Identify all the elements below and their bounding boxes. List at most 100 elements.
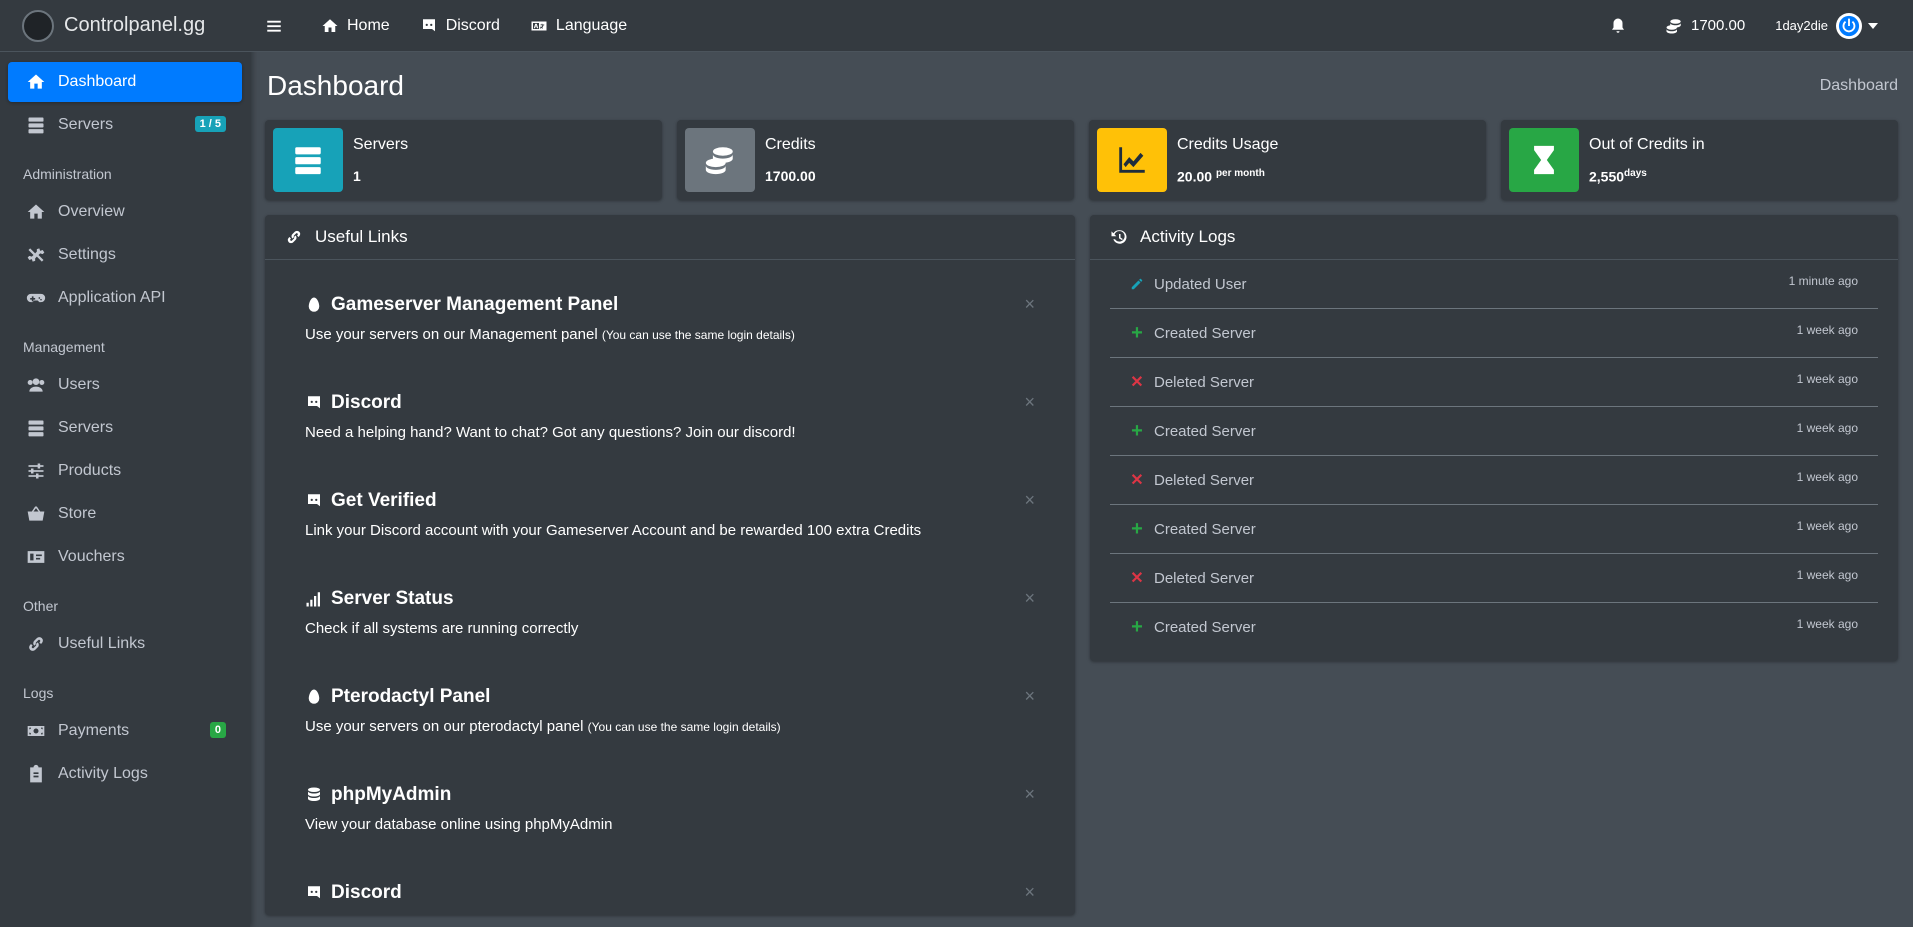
sidebar-item-settings[interactable]: Settings (8, 235, 242, 275)
log-label: Deleted Server (1154, 569, 1255, 587)
info-box-label: Servers (353, 136, 409, 153)
sidebar-item-application-api[interactable]: Application API (8, 278, 242, 318)
nav-language-link[interactable]: Language (515, 0, 642, 52)
link-desc-small: (You can use the same login details) (601, 328, 795, 342)
link-title-text: Server Status (331, 588, 454, 609)
activity-logs-card: Activity Logs Updated User 1 minute ago … (1090, 215, 1898, 661)
close-icon[interactable]: × (1024, 784, 1035, 805)
close-icon[interactable]: × (1024, 588, 1035, 609)
link-title-get-verified[interactable]: Get Verified (305, 490, 1035, 512)
discord-icon (308, 494, 320, 507)
link-desc-text: Check if all systems are running correct… (305, 620, 579, 637)
log-time: 1 week ago (1796, 470, 1858, 484)
close-icon[interactable]: × (1024, 686, 1035, 707)
log-label: Updated User (1154, 275, 1247, 293)
link-title-phpmyadmin[interactable]: phpMyAdmin (305, 784, 1035, 806)
credits-display[interactable]: 1700.00 (1650, 0, 1760, 52)
list-item: Gameserver Management Panel Use your ser… (305, 280, 1035, 378)
log-time: 1 minute ago (1788, 274, 1858, 288)
pencil-icon (1130, 277, 1144, 291)
link-title-text: Gameserver Management Panel (331, 294, 619, 315)
close-icon[interactable]: × (1024, 294, 1035, 315)
sidebar-item-payments[interactable]: Payments 0 (8, 711, 242, 751)
link-description: Check if all systems are running correct… (305, 620, 1035, 637)
list-item: ✕ Deleted Server 1 week ago (1110, 456, 1878, 505)
link-title-discord[interactable]: Discord (305, 392, 1035, 414)
link-title-gameserver-panel[interactable]: Gameserver Management Panel (305, 294, 1035, 316)
sidebar-item-activity-logs[interactable]: Activity Logs (8, 754, 242, 794)
user-menu[interactable]: 1day2die (1760, 0, 1893, 52)
sidebar-item-store[interactable]: Store (8, 494, 242, 534)
credits-amount: 1700.00 (1690, 17, 1746, 34)
nav-header-logs: Logs (23, 685, 54, 701)
sidebar-item-label: Overview (58, 203, 125, 220)
home-icon (24, 72, 48, 92)
nav-home-link[interactable]: Home (306, 0, 405, 52)
link-icon (287, 230, 301, 244)
log-label: Deleted Server (1154, 373, 1255, 391)
sidebar-item-products[interactable]: Products (8, 451, 242, 491)
breadcrumb[interactable]: Dashboard (1820, 77, 1898, 95)
nav-header-other: Other (23, 598, 59, 614)
info-box-credits: Credits 1700.00 (677, 120, 1074, 200)
home-icon (322, 18, 338, 32)
info-box-label: Credits Usage (1177, 135, 1279, 153)
useful-links-list: Gameserver Management Panel Use your ser… (265, 260, 1075, 915)
info-boxes: Servers 1 Credits 1700.00 Credits Usage … (265, 120, 1898, 200)
sidebar-item-label: Settings (58, 246, 116, 263)
sidebar-item-servers[interactable]: Servers 1 / 5 (8, 105, 242, 145)
main-content: Dashboard Dashboard Servers 1 Credits 17… (250, 52, 1913, 927)
clipboard-icon (24, 764, 48, 784)
nav-header-administration: Administration (23, 166, 112, 182)
log-time: 1 week ago (1796, 568, 1858, 582)
sidebar-item-users[interactable]: Users (8, 365, 242, 405)
usage-suffix: per month (1215, 167, 1265, 179)
info-box-servers: Servers 1 (265, 120, 662, 200)
log-time: 1 week ago (1796, 617, 1858, 631)
list-item: Updated User 1 minute ago (1110, 260, 1878, 309)
close-icon[interactable]: × (1024, 490, 1035, 511)
log-label: Deleted Server (1154, 471, 1255, 489)
log-label: Created Server (1154, 324, 1256, 342)
link-desc-text: Use your servers on our pterodactyl pane… (305, 718, 584, 735)
brand[interactable]: Controlpanel.gg (0, 0, 250, 52)
info-box-value: 1700.00 (765, 168, 816, 184)
close-icon[interactable]: × (1024, 882, 1035, 903)
notifications-button[interactable] (1594, 0, 1650, 52)
link-title-server-status[interactable]: Server Status (305, 588, 1035, 610)
useful-links-card: Useful Links Gameserver Management Panel… (265, 215, 1075, 915)
list-item: Server Status Check if all systems are r… (305, 574, 1035, 672)
nav-discord-link[interactable]: Discord (405, 0, 515, 52)
info-box-value: 2,550days (1589, 168, 1705, 185)
server-icon (273, 128, 343, 192)
link-icon (24, 634, 48, 654)
discord-icon (308, 886, 320, 899)
list-item: + Created Server 1 week ago (1110, 505, 1878, 554)
sidebar-item-label: Payments (58, 722, 130, 739)
useful-links-header: Useful Links (265, 215, 1075, 260)
language-icon (531, 21, 547, 30)
sidebar-toggle-button[interactable] (250, 0, 306, 52)
sidebar-item-label: Activity Logs (58, 765, 148, 782)
link-desc-text: Need a helping hand? Want to chat? Got a… (305, 424, 796, 441)
sidebar-item-vouchers[interactable]: Vouchers (8, 537, 242, 577)
sidebar-item-label: Servers (58, 419, 114, 436)
discord-icon (422, 18, 435, 31)
sidebar-item-label: Store (58, 505, 97, 522)
sidebar-item-dashboard[interactable]: Dashboard (8, 62, 242, 102)
basket-icon (24, 504, 48, 524)
server-icon (24, 418, 48, 438)
info-box-out-of-credits: Out of Credits in 2,550days (1501, 120, 1898, 200)
page-header: Dashboard Dashboard (265, 52, 1898, 120)
link-desc-text: Link your Discord account with your Game… (305, 522, 922, 539)
payments-count-badge: 0 (209, 722, 226, 738)
useful-links-title: Useful Links (315, 227, 408, 246)
days-amount: 2,550 (1589, 168, 1625, 185)
link-title-discord-2[interactable]: Discord (305, 882, 1035, 904)
close-icon[interactable]: × (1024, 392, 1035, 413)
log-label: Created Server (1154, 520, 1256, 538)
sidebar-item-useful-links[interactable]: Useful Links (8, 624, 242, 664)
link-title-pterodactyl[interactable]: Pterodactyl Panel (305, 686, 1035, 708)
sidebar-item-overview[interactable]: Overview (8, 192, 242, 232)
sidebar-item-management-servers[interactable]: Servers (8, 408, 242, 448)
